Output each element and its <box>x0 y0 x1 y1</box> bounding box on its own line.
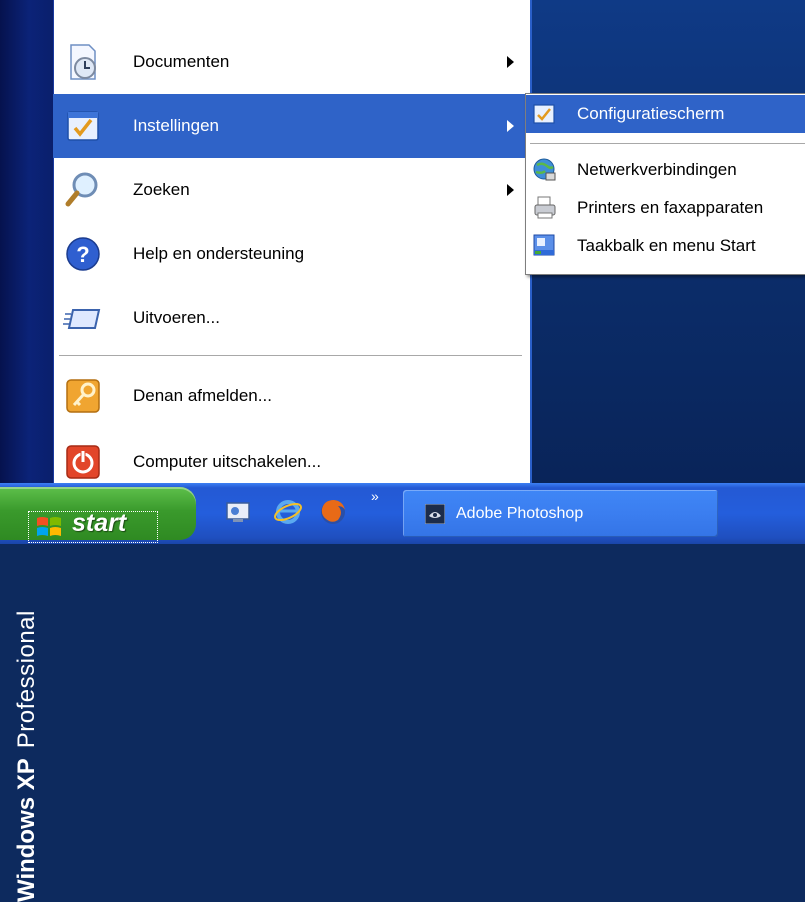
windows-logo-icon <box>37 517 61 536</box>
help-icon: ? <box>66 237 100 271</box>
submenu-item-label: Taakbalk en menu Start <box>577 236 756 255</box>
network-connections-icon <box>533 158 556 181</box>
submenu-item-label: Netwerkverbindingen <box>577 160 737 179</box>
submenu-arrow-icon <box>507 120 514 132</box>
menu-item-label: Documenten <box>133 52 230 71</box>
internet-explorer-icon[interactable] <box>273 497 303 527</box>
recent-documents-icon <box>70 44 96 80</box>
submenu-item-netwerkverbindingen[interactable]: Netwerkverbindingen <box>526 151 805 189</box>
taskbar: start » Adobe Photoshop <box>0 483 805 544</box>
task-button-label: Adobe Photoshop <box>456 505 584 522</box>
submenu-arrow-icon <box>507 184 514 196</box>
search-icon <box>65 172 98 207</box>
quick-launch-chevron-icon[interactable]: » <box>371 488 379 504</box>
start-label: start <box>72 509 127 537</box>
sidebar-brand-name: Windows XP <box>13 758 40 902</box>
settings-submenu: Configuratiescherm Netwerkverbindingen P… <box>525 93 805 275</box>
submenu-item-label: Configuratiescherm <box>577 104 725 123</box>
menu-item-label: Uitvoeren... <box>133 308 220 327</box>
sidebar-edition: Professional <box>13 610 40 749</box>
firefox-icon[interactable] <box>318 497 348 527</box>
logoff-button[interactable]: Denan afmelden... <box>53 364 528 428</box>
menu-item-uitvoeren[interactable]: Uitvoeren... <box>53 286 528 350</box>
run-icon <box>63 309 101 329</box>
start-menu-items: Documenten Instellingen Zoeken ? Help en… <box>53 0 528 483</box>
photoshop-icon <box>425 504 445 524</box>
submenu-item-taakbalk[interactable]: Taakbalk en menu Start <box>526 227 805 265</box>
menu-item-documenten[interactable]: Documenten <box>53 30 528 94</box>
submenu-item-configuratiescherm[interactable]: Configuratiescherm <box>526 95 805 133</box>
submenu-separator <box>530 143 805 145</box>
menu-separator <box>59 355 522 357</box>
menu-item-instellingen[interactable]: Instellingen <box>53 94 528 158</box>
start-menu: Windows XP Professional Documenten Instel… <box>0 0 532 902</box>
show-desktop-icon[interactable] <box>223 497 253 527</box>
task-button-photoshop[interactable]: Adobe Photoshop <box>403 490 718 537</box>
submenu-item-printers[interactable]: Printers en faxapparaten <box>526 189 805 227</box>
menu-item-label: Zoeken <box>133 180 190 199</box>
svg-text:?: ? <box>76 242 89 267</box>
menu-item-zoeken[interactable]: Zoeken <box>53 158 528 222</box>
menu-item-label: Help en ondersteuning <box>133 244 305 263</box>
logoff-label: Denan afmelden... <box>133 386 272 405</box>
shutdown-label: Computer uitschakelen... <box>133 452 322 471</box>
submenu-arrow-icon <box>507 56 514 68</box>
settings-icon <box>67 111 99 141</box>
control-panel-icon <box>533 104 555 124</box>
power-icon <box>66 445 100 479</box>
taskbar-icon <box>533 234 555 256</box>
start-button[interactable]: start <box>0 487 196 543</box>
submenu-item-label: Printers en faxapparaten <box>577 198 764 217</box>
start-menu-sidebar: Windows XP Professional <box>0 0 54 902</box>
menu-item-help[interactable]: ? Help en ondersteuning <box>53 222 528 286</box>
printers-icon <box>534 196 556 219</box>
menu-item-label: Instellingen <box>133 116 220 135</box>
logoff-key-icon <box>66 379 100 413</box>
